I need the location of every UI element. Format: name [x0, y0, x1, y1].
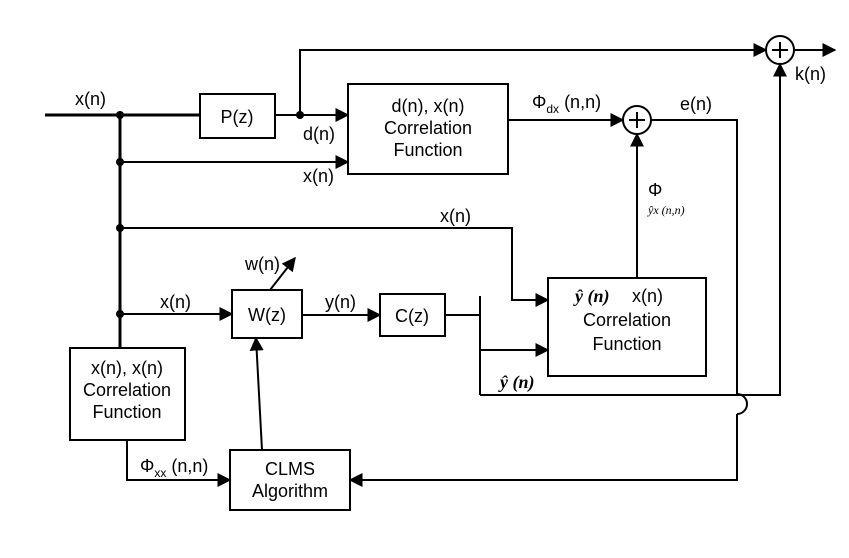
label-x-in: x(n) — [75, 89, 106, 109]
label-d: d(n) — [303, 124, 335, 144]
label-corr-dx-3: Function — [393, 140, 462, 160]
phi-dx-arg: (n,n) — [559, 92, 601, 112]
label-corr-xx-2: Correlation — [83, 380, 171, 400]
label-corr-yx-2: Correlation — [583, 310, 671, 330]
label-phidx: Φdx (n,n) — [532, 92, 601, 116]
phi-dx-sub: dx — [546, 102, 559, 116]
label-yhat: ŷ (n) — [498, 372, 535, 393]
summer-e — [623, 106, 651, 134]
label-k: k(n) — [795, 64, 826, 84]
label-corr-yx-1b: x(n) — [632, 286, 663, 306]
phi-xx-sub: xx — [154, 466, 166, 480]
label-corr-yx-3: Function — [592, 334, 661, 354]
label-corr-dx-1: d(n), x(n) — [391, 96, 464, 116]
label-P: P(z) — [221, 107, 254, 127]
phi-dx-sym: Φ — [532, 92, 546, 112]
label-phiyx-sym: Φ — [648, 180, 662, 200]
label-phiyx-sub: ŷx (n,n) — [647, 203, 685, 217]
label-W: W(z) — [248, 305, 286, 325]
wire-e-to-clms — [350, 414, 737, 480]
wire-clms-to-W — [256, 338, 262, 450]
label-x-to-yx: x(n) — [440, 206, 471, 226]
phi-xx-sym: Φ — [140, 456, 154, 476]
block-diagram: P(z) d(n), x(n) Correlation Function W(z… — [0, 0, 849, 558]
label-C: C(z) — [395, 306, 429, 326]
label-corr-xx-3: Function — [92, 402, 161, 422]
summer-k — [766, 36, 794, 64]
label-e: e(n) — [680, 94, 712, 114]
wire-e-hop — [737, 394, 747, 414]
phi-xx-arg: (n,n) — [166, 456, 208, 476]
label-clms-1: CLMS — [265, 459, 315, 479]
label-x-top2: x(n) — [303, 166, 334, 186]
label-corr-dx-2: Correlation — [384, 118, 472, 138]
label-y: y(n) — [325, 292, 356, 312]
wire-C-to-corryx — [480, 315, 548, 350]
label-phixx: Φxx (n,n) — [140, 456, 208, 480]
label-clms-2: Algorithm — [252, 481, 328, 501]
wire-x-to-corryx — [120, 228, 548, 300]
label-x-to-W: x(n) — [160, 292, 191, 312]
label-w: w(n) — [244, 254, 280, 274]
label-corr-xx-1: x(n), x(n) — [91, 358, 163, 378]
label-corr-yx-1a: ŷ (n) — [573, 286, 610, 307]
